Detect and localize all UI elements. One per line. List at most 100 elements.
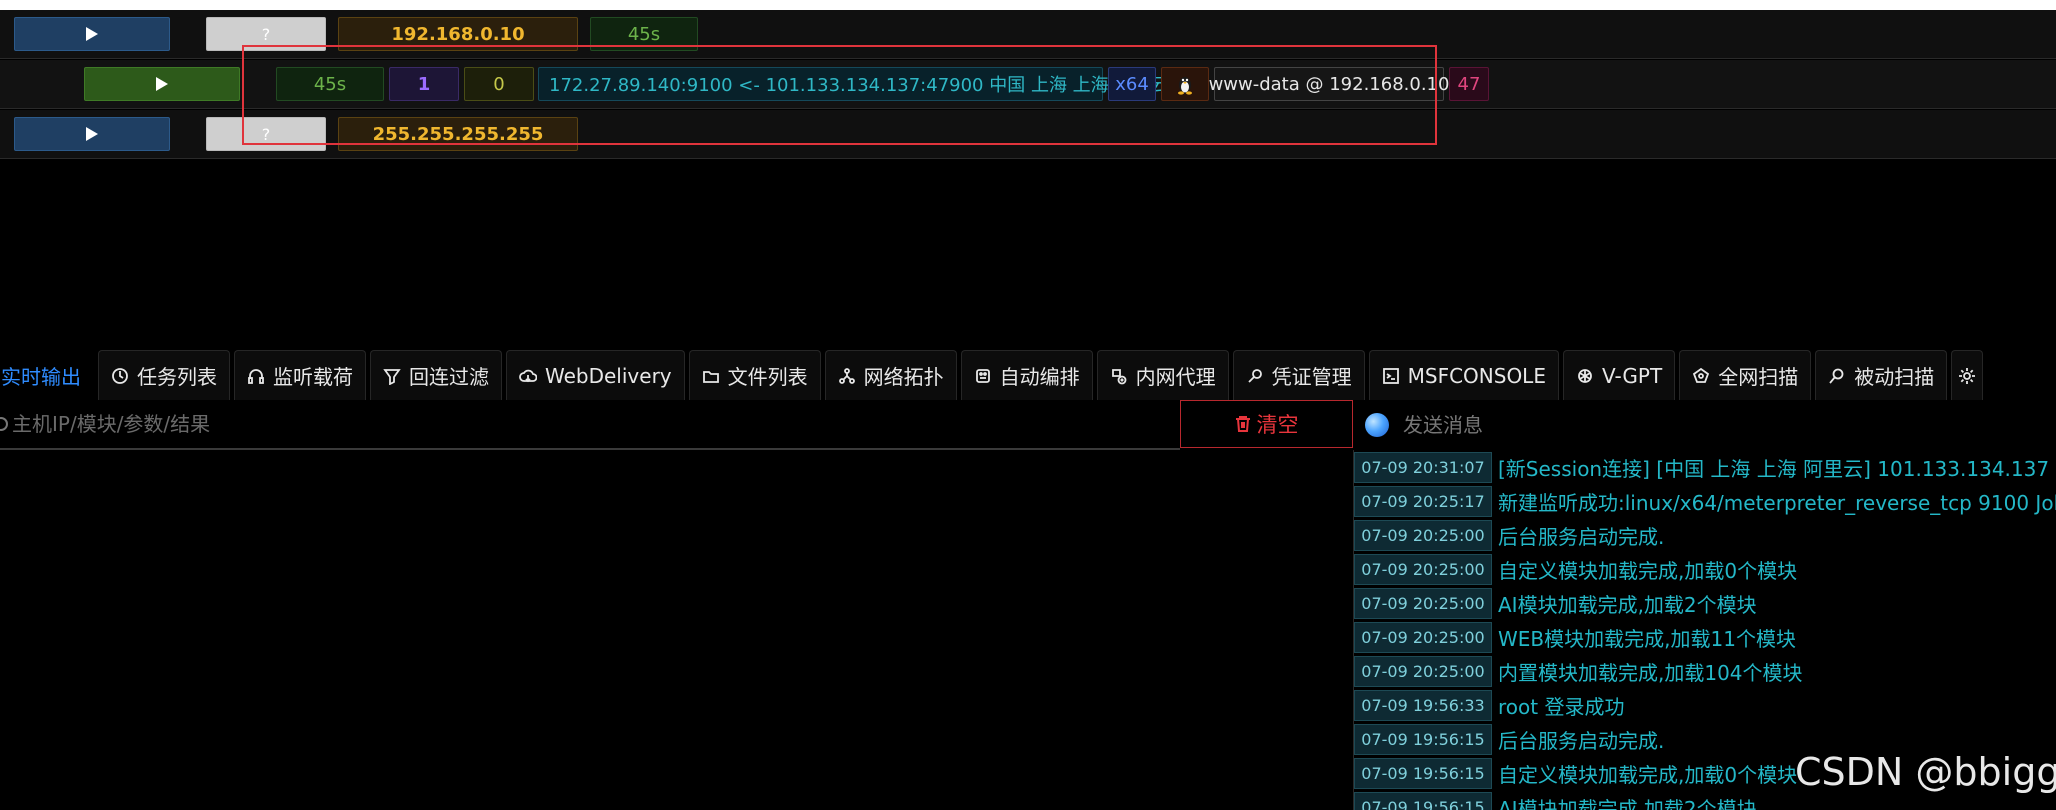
cloud-icon [519, 369, 537, 382]
tab-internet-scan[interactable]: 全网扫描 [1679, 350, 1812, 400]
log-entry: 07-09 19:56:33 root 登录成功 [1354, 688, 2056, 722]
result-filter-input[interactable] [12, 412, 1112, 436]
message-bar [1353, 400, 2056, 450]
host-row: ? 255.255.255.255 [0, 110, 2056, 159]
tab-intranet-proxy[interactable]: 内网代理 [1096, 350, 1229, 400]
os-unknown-badge: ? [206, 117, 326, 151]
tab-label: 自动编排 [999, 365, 1080, 389]
log-entry: 07-09 20:25:00 WEB模块加载完成,加载11个模块 [1354, 620, 2056, 654]
watermark: CSDN @bbiggl [1795, 750, 2056, 794]
headphones-icon [248, 368, 264, 384]
expand-button[interactable] [14, 117, 170, 151]
log-time: 07-09 19:56:15 [1354, 757, 1492, 789]
os-unknown-badge: ? [206, 17, 326, 51]
radar-icon [1693, 367, 1710, 383]
log-text: 自定义模块加载完成,加载0个模块 [1498, 762, 1798, 787]
session-row[interactable]: 45s 1 0 172.27.89.140:9100 <- 101.133.13… [0, 60, 2056, 109]
log-time: 07-09 19:56:15 [1354, 791, 1492, 810]
tab-bar: 实时输出 任务列表 监听载荷 回连过滤 WebDelivery 文件列表 网络拓… [0, 350, 2056, 400]
log-text: 后台服务启动完成. [1498, 728, 1665, 753]
session-count-a: 1 [389, 67, 459, 101]
tab-callback-filter[interactable]: 回连过滤 [370, 350, 502, 400]
clear-button[interactable]: 清空 [1180, 400, 1353, 448]
proxy-icon [1111, 368, 1127, 384]
session-expand-button[interactable] [84, 67, 240, 101]
filter-bar [0, 400, 1180, 450]
host-row: ? 192.168.0.10 45s [0, 10, 2056, 59]
log-entry: 07-09 20:31:07 [新Session连接] [中国 上海 上海 阿里云… [1354, 450, 2056, 484]
tab-listener-payload[interactable]: 监听载荷 [234, 350, 366, 400]
tab-label: 凭证管理 [1271, 365, 1352, 389]
log-text: 自定义模块加载完成,加载0个模块 [1498, 558, 1798, 583]
tab-label: 文件列表 [727, 365, 808, 389]
log-time: 07-09 20:25:00 [1354, 587, 1492, 619]
openai-icon [1578, 368, 1592, 383]
filter-icon [383, 368, 401, 385]
host-ip[interactable]: 192.168.0.10 [338, 17, 578, 51]
key-icon [1247, 368, 1262, 383]
linux-tux-icon [1161, 67, 1209, 101]
expand-button[interactable] [14, 17, 170, 51]
tab-credential-management[interactable]: 凭证管理 [1232, 350, 1365, 400]
send-message-input[interactable] [1403, 413, 2003, 437]
tab-auto-orchestration[interactable]: 自动编排 [960, 350, 1093, 400]
log-text: WEB模块加载完成,加载11个模块 [1498, 626, 1796, 651]
tab-realtime-output[interactable]: 实时输出 [0, 350, 94, 400]
tab-label: 实时输出 [1, 365, 81, 389]
log-entry: 07-09 20:25:00 AI模块加载完成,加载2个模块 [1354, 586, 2056, 620]
log-time: 07-09 20:25:17 [1354, 485, 1492, 517]
realtime-output-panel [0, 450, 1352, 810]
tab-webdelivery[interactable]: WebDelivery [506, 350, 685, 400]
tab-settings[interactable] [1951, 350, 1984, 400]
tab-v-gpt[interactable]: V-GPT [1562, 350, 1676, 400]
tab-label: 任务列表 [137, 365, 217, 389]
log-time: 07-09 20:25:00 [1354, 553, 1492, 585]
clear-label: 清空 [1256, 413, 1299, 437]
network-icon [838, 367, 855, 384]
trash-icon [1235, 416, 1250, 432]
log-entry: 07-09 20:25:00 自定义模块加载完成,加载0个模块 [1354, 552, 2056, 586]
tab-label: MSFCONSOLE [1407, 363, 1546, 388]
robot-icon [975, 368, 990, 383]
session-heartbeat: 45s [276, 67, 384, 101]
tab-label: WebDelivery [545, 363, 672, 388]
log-time: 07-09 20:25:00 [1354, 655, 1492, 687]
tab-network-topology[interactable]: 网络拓扑 [824, 350, 957, 400]
log-time: 07-09 19:56:33 [1354, 689, 1492, 721]
play-icon [86, 27, 98, 41]
heartbeat-timer: 45s [590, 17, 698, 51]
tab-label: 被动扫描 [1854, 365, 1935, 389]
log-text: AI模块加载完成,加载2个模块 [1498, 796, 1757, 810]
host-ip[interactable]: 255.255.255.255 [338, 117, 578, 151]
log-text: 内置模块加载完成,加载104个模块 [1498, 660, 1803, 685]
log-text: 后台服务启动完成. [1498, 524, 1665, 549]
play-icon [86, 127, 98, 141]
log-text: root 登录成功 [1498, 694, 1625, 719]
log-text: [新Session连接] [中国 上海 上海 阿里云] 101.133.134.… [1498, 456, 2050, 481]
tab-msfconsole[interactable]: MSFCONSOLE [1368, 350, 1559, 400]
log-entry: 07-09 20:25:00 后台服务启动完成. [1354, 518, 2056, 552]
tab-file-list[interactable]: 文件列表 [688, 350, 821, 400]
tab-passive-scan[interactable]: 被动扫描 [1815, 350, 1948, 400]
gear-icon [1959, 367, 1976, 384]
log-time: 07-09 20:25:00 [1354, 621, 1492, 653]
window-top-strip [0, 0, 2056, 10]
tab-label: 内网代理 [1135, 365, 1216, 389]
connection-info: 172.27.89.140:9100 <- 101.133.134.137:47… [538, 67, 1168, 101]
tab-task-list[interactable]: 任务列表 [98, 350, 230, 400]
tab-label: 网络拓扑 [863, 365, 944, 389]
tab-label: 回连过滤 [409, 365, 489, 389]
tab-label: V-GPT [1601, 363, 1663, 388]
folder-icon [702, 370, 719, 383]
session-user[interactable]: www-data @ 192.168.0.10 [1209, 67, 1449, 101]
tab-label: 全网扫描 [1718, 365, 1799, 389]
arch-badge: x64 [1108, 67, 1156, 101]
log-text: 新建监听成功:linux/x64/meterpreter_reverse_tcp… [1498, 490, 2056, 515]
log-entry: 07-09 20:25:17 新建监听成功:linux/x64/meterpret… [1354, 484, 2056, 518]
clock-icon [112, 367, 128, 384]
session-pid: 47 [1449, 67, 1489, 101]
log-time: 07-09 19:56:15 [1354, 723, 1492, 755]
log-entry: 07-09 20:25:00 内置模块加载完成,加载104个模块 [1354, 654, 2056, 688]
tab-label: 监听载荷 [273, 365, 353, 389]
search-icon [1829, 368, 1844, 384]
